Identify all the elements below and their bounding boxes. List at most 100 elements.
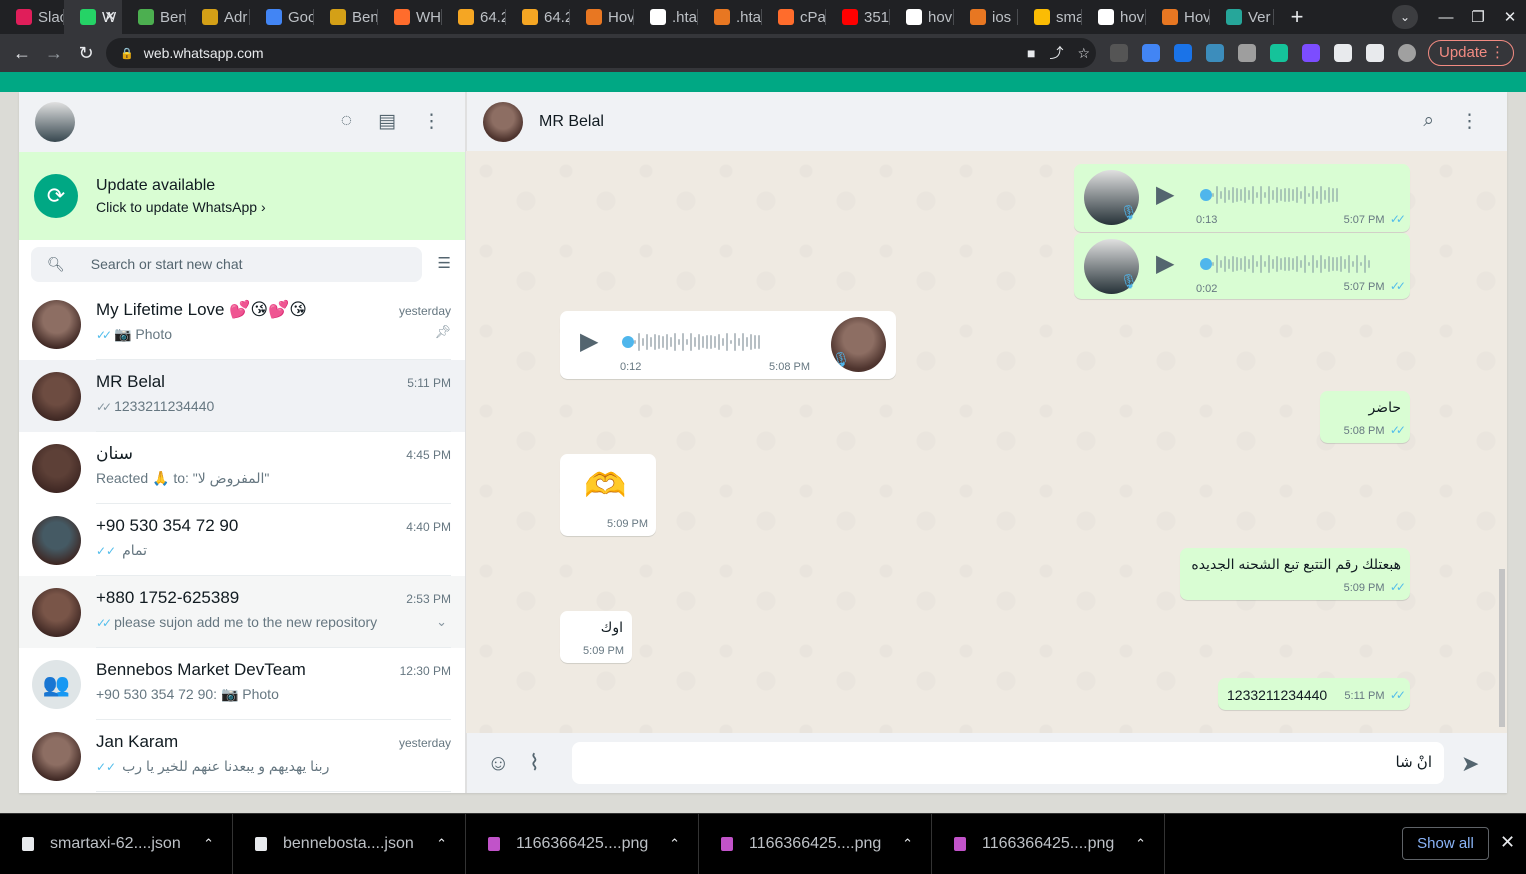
update-link[interactable]: Click to update WhatsApp › [96, 199, 266, 215]
new-chat-icon[interactable]: ▤ [378, 110, 396, 133]
play-icon[interactable]: ▶ [1156, 180, 1174, 209]
download-item[interactable]: 1166366425....png ⌃ [699, 813, 932, 874]
browser-tab[interactable]: Hov [1146, 0, 1210, 34]
read-receipt-icon: ✓✓ [1390, 423, 1406, 437]
browser-tab[interactable]: .hta [634, 0, 698, 34]
chevron-up-icon[interactable]: ⌃ [203, 836, 214, 852]
extension-icon[interactable] [1238, 44, 1256, 62]
chevron-up-icon[interactable]: ⌃ [669, 836, 680, 852]
chevron-up-icon[interactable]: ⌃ [902, 836, 913, 852]
minimize-icon[interactable]: — [1430, 9, 1462, 26]
send-icon[interactable]: ➤ [1461, 751, 1479, 777]
microphone-icon: 🎙︎ [1120, 273, 1138, 289]
download-item[interactable]: 1166366425....png ⌃ [932, 813, 1165, 874]
chat-avatar [32, 299, 81, 349]
chat-list-item[interactable]: 👥 Bennebos Market DevTeam 12:30 PM +90 530 … [19, 648, 465, 720]
browser-tab[interactable]: hov [890, 0, 954, 34]
browser-tab[interactable]: W ✕ [64, 0, 122, 34]
attach-icon[interactable]: ⌇ [529, 750, 540, 776]
chevron-up-icon[interactable]: ⌃ [436, 836, 447, 852]
extension-icon[interactable] [1174, 44, 1192, 62]
browser-tab[interactable]: hov [1082, 0, 1146, 34]
browser-tab[interactable]: cPa [762, 0, 826, 34]
play-icon[interactable]: ▶ [580, 327, 598, 356]
playback-handle[interactable] [1200, 189, 1212, 201]
browser-tab[interactable]: Hov [570, 0, 634, 34]
profile-avatar[interactable] [35, 102, 75, 142]
search-messages-icon[interactable]: ⌕ [1423, 110, 1434, 133]
restore-icon[interactable]: ❐ [1462, 8, 1494, 26]
chevron-down-icon[interactable]: ⌄ [436, 614, 447, 630]
close-window-icon[interactable]: ✕ [1494, 8, 1526, 26]
download-item[interactable]: bennebosta....json ⌃ [233, 813, 466, 874]
chat-list-item[interactable]: Jan Karam yesterday ✓✓ ربنا يهديهم و يبعدنا… [19, 720, 465, 792]
browser-tab[interactable]: .hta [698, 0, 762, 34]
message-input[interactable]: انْ شا [572, 742, 1444, 784]
browser-tab[interactable]: sma [1018, 0, 1082, 34]
show-all-button[interactable]: Show all [1402, 827, 1489, 860]
scrollbar[interactable] [1499, 569, 1505, 727]
chat-preview-text: ربنا يهديهم و يبعدنا عنهم للخير يا رب [122, 758, 330, 774]
reload-icon[interactable]: ↻ [70, 43, 102, 64]
browser-tab[interactable]: Ben [122, 0, 186, 34]
message-meta: 5:09 PM ✓✓ [1344, 580, 1407, 594]
browser-tab[interactable]: Adr [186, 0, 250, 34]
chat-list-item[interactable]: سنان 4:45 PM Reacted 🙏 to: "المفروض لا" [19, 432, 465, 504]
browser-tab[interactable]: ios [954, 0, 1018, 34]
browser-tab[interactable]: 64.2 [442, 0, 506, 34]
chat-list-item[interactable]: +880 1752-625389 2:53 PM ✓✓ please sujon ad… [19, 576, 465, 648]
waveform-bar [1320, 186, 1322, 204]
status-icon[interactable]: ◌ [341, 110, 352, 133]
browser-tab[interactable]: Goc [250, 0, 314, 34]
back-icon[interactable]: ← [6, 43, 38, 64]
conversation-header[interactable]: MR Belal ⌕ ⋮ [466, 92, 1507, 151]
message-time: 5:07 PM [1343, 214, 1385, 226]
group-icon: 👥 [32, 659, 81, 709]
waveform[interactable] [1212, 185, 1338, 205]
browser-tab[interactable]: Slac [0, 0, 64, 34]
tab-close-icon[interactable]: ✕ [104, 8, 116, 25]
conversation-pane: MR Belal ⌕ ⋮ 🎙︎ ▶ 0:13 5:07 PM ✓✓ 🎙︎ ▶ 0:02 5:0… [466, 92, 1507, 793]
download-item[interactable]: 1166366425....png ⌃ [466, 813, 699, 874]
browser-tab[interactable]: Ver [1210, 0, 1274, 34]
download-item[interactable]: smartaxi-62....json ⌃ [0, 813, 233, 874]
filter-icon[interactable]: ☰ [438, 254, 451, 272]
update-banner[interactable]: ⟳ Update available Click to update Whats… [19, 152, 465, 240]
waveform[interactable] [1212, 254, 1370, 274]
chevron-up-icon[interactable]: ⌃ [1135, 836, 1146, 852]
browser-tab[interactable]: 351) [826, 0, 890, 34]
extension-icon[interactable] [1110, 44, 1128, 62]
share-icon[interactable]: ⤴ [1049, 43, 1063, 63]
extension-icon[interactable] [1142, 44, 1160, 62]
extension-icon[interactable] [1366, 44, 1384, 62]
extension-icon[interactable] [1270, 44, 1288, 62]
extension-icon[interactable] [1206, 44, 1224, 62]
browser-tab[interactable]: WH [378, 0, 442, 34]
extension-icon[interactable] [1398, 44, 1416, 62]
browser-tab[interactable]: 64.2 [506, 0, 570, 34]
emoji-icon[interactable]: ☺ [487, 750, 509, 776]
extension-icon[interactable] [1334, 44, 1352, 62]
search-input[interactable]: 🔍︎ Search or start new chat [31, 246, 422, 282]
chat-list-item[interactable]: MR Belal 5:11 PM ✓✓ 1233211234440 [19, 360, 465, 432]
extension-icon[interactable] [1302, 44, 1320, 62]
forward-icon[interactable]: → [38, 43, 70, 64]
menu-icon[interactable]: ⋮ [422, 110, 441, 133]
camera-icon[interactable]: ■ [1027, 45, 1035, 61]
waveform[interactable] [634, 332, 760, 352]
close-downloads-icon[interactable]: ✕ [1500, 832, 1515, 853]
browser-update-button[interactable]: Update ⋮ [1428, 40, 1514, 66]
bookmark-star-icon[interactable]: ☆ [1077, 45, 1090, 62]
browser-tab[interactable]: Ben [314, 0, 378, 34]
new-tab-icon[interactable]: + [1282, 4, 1312, 30]
play-icon[interactable]: ▶ [1156, 249, 1174, 278]
tab-search-button[interactable]: ⌄ [1392, 5, 1418, 29]
contact-avatar[interactable] [483, 101, 523, 142]
chat-list-item[interactable]: +90 530 354 72 90 4:40 PM ✓✓ تمام [19, 504, 465, 576]
address-bar[interactable]: 🔒 web.whatsapp.com ■ ⤴ ☆ [106, 38, 1096, 68]
message-time: 5:11 PM [1344, 690, 1385, 702]
playback-handle[interactable] [622, 336, 634, 348]
chat-list-item[interactable]: My Lifetime Love 💕😘💕😘 yesterday ✓✓ 📷 Photo 📌… [19, 288, 465, 360]
conversation-menu-icon[interactable]: ⋮ [1460, 110, 1479, 133]
playback-handle[interactable] [1200, 258, 1212, 270]
